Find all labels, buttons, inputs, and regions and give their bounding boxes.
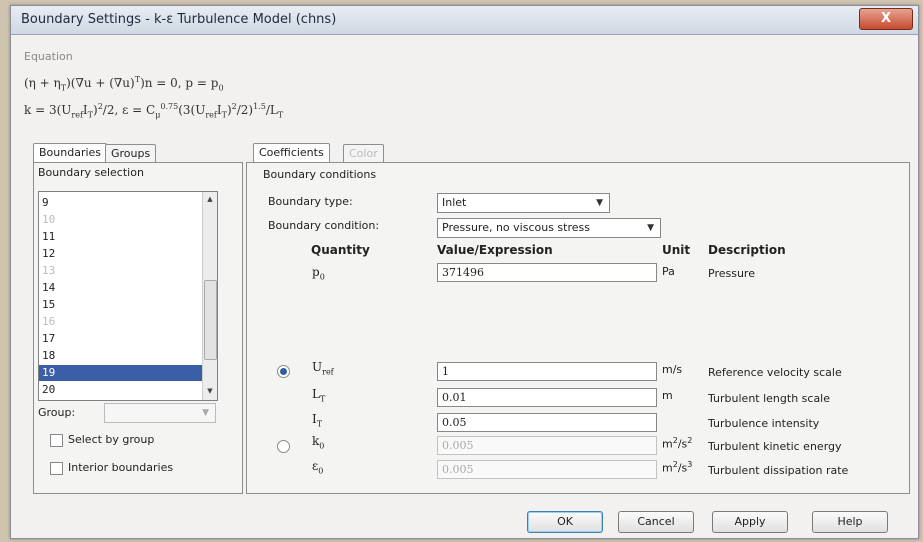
boundary-type-value: Inlet [442, 196, 467, 209]
quantity-uref: Uref [312, 360, 334, 377]
quantity-k0: k0 [312, 434, 325, 451]
it-input[interactable]: 0.05 [437, 413, 657, 432]
lt-unit: m [662, 389, 673, 402]
list-item-selected[interactable]: 19 [39, 365, 202, 381]
apply-button[interactable]: Apply [712, 511, 788, 533]
header-description: Description [708, 243, 786, 257]
list-item[interactable]: 12 [39, 246, 202, 262]
quantity-lt: LT [312, 387, 326, 404]
uref-unit: m/s [662, 363, 683, 376]
k0-radio[interactable] [277, 440, 290, 453]
lt-input[interactable]: 0.01 [437, 388, 657, 407]
list-item[interactable]: 18 [39, 348, 202, 364]
list-item[interactable]: 10 [39, 212, 202, 228]
lt-description: Turbulent length scale [708, 392, 831, 405]
k0-input: 0.005 [437, 436, 657, 455]
list-item[interactable]: 11 [39, 229, 202, 245]
uref-radio[interactable] [277, 365, 290, 378]
it-description: Turbulence intensity [708, 417, 820, 430]
list-item[interactable]: 16 [39, 314, 202, 330]
k0-description: Turbulent kinetic energy [708, 440, 842, 453]
boundary-conditions-label: Boundary conditions [263, 168, 377, 181]
quantity-it: IT [312, 412, 323, 429]
tab-color: Color [343, 144, 384, 163]
boundary-selection-label: Boundary selection [38, 166, 144, 179]
boundary-list[interactable]: 9 10 11 12 13 14 15 16 17 18 19 20 ▲ ▼ [38, 191, 218, 401]
chevron-down-icon: ▼ [202, 408, 209, 418]
select-by-group-checkbox[interactable] [50, 434, 63, 447]
p0-description: Pressure [708, 267, 755, 280]
interior-boundaries-label: Interior boundaries [68, 461, 174, 474]
header-value: Value/Expression [437, 243, 553, 257]
group-label: Group: [38, 406, 76, 419]
help-button[interactable]: Help [812, 511, 888, 533]
tab-boundaries[interactable]: Boundaries [33, 143, 108, 162]
chevron-down-icon: ▼ [596, 198, 603, 208]
scroll-down-icon[interactable]: ▼ [205, 387, 215, 395]
uref-input[interactable]: 1 [437, 362, 657, 381]
list-scrollbar[interactable]: ▲ ▼ [202, 192, 217, 400]
equation-label: Equation [24, 50, 73, 63]
tab-coefficients[interactable]: Coefficients [253, 143, 330, 162]
list-item[interactable]: 14 [39, 280, 202, 296]
interior-boundaries-checkbox[interactable] [50, 462, 63, 475]
boundary-condition-label: Boundary condition: [268, 219, 380, 232]
title-bar[interactable]: Boundary Settings - k-ε Turbulence Model… [11, 6, 918, 35]
equation-line-1: (η + ηT)(∇u + (∇u)T)n = 0, p = p0 [24, 75, 224, 93]
close-button[interactable]: X [859, 8, 913, 30]
list-item[interactable]: 13 [39, 263, 202, 279]
header-unit: Unit [662, 243, 691, 257]
list-item[interactable]: 15 [39, 297, 202, 313]
group-select[interactable]: ▼ [104, 403, 216, 423]
cancel-button[interactable]: Cancel [618, 511, 694, 533]
uref-description: Reference velocity scale [708, 366, 842, 379]
quantity-e0: ε0 [312, 459, 324, 476]
scroll-thumb[interactable] [204, 280, 217, 360]
window-title: Boundary Settings - k-ε Turbulence Model… [21, 12, 337, 27]
tab-groups[interactable]: Groups [105, 144, 157, 163]
e0-description: Turbulent dissipation rate [708, 464, 849, 477]
quantity-p0: p0 [312, 265, 325, 282]
list-item[interactable]: 17 [39, 331, 202, 347]
boundary-condition-select[interactable]: Pressure, no viscous stress ▼ [437, 218, 661, 238]
p0-unit: Pa [662, 265, 675, 278]
chevron-down-icon: ▼ [647, 223, 654, 233]
list-item[interactable]: 20 [39, 382, 202, 398]
ok-button[interactable]: OK [527, 511, 603, 533]
equation-line-2: k = 3(UrefIT)2/2, ε = Cμ0.75(3(UrefIT)2/… [24, 102, 284, 120]
select-by-group-label: Select by group [68, 433, 155, 446]
boundary-type-select[interactable]: Inlet ▼ [437, 193, 610, 213]
boundary-settings-dialog: Boundary Settings - k-ε Turbulence Model… [10, 5, 919, 539]
header-quantity: Quantity [311, 243, 370, 257]
boundary-condition-value: Pressure, no viscous stress [442, 221, 590, 234]
boundary-type-label: Boundary type: [268, 195, 353, 208]
list-item[interactable]: 9 [39, 195, 202, 211]
e0-unit: m2/s3 [662, 460, 693, 475]
k0-unit: m2/s2 [662, 436, 693, 451]
scroll-up-icon[interactable]: ▲ [205, 195, 215, 203]
p0-input[interactable]: 371496 [437, 263, 657, 282]
e0-input: 0.005 [437, 460, 657, 479]
